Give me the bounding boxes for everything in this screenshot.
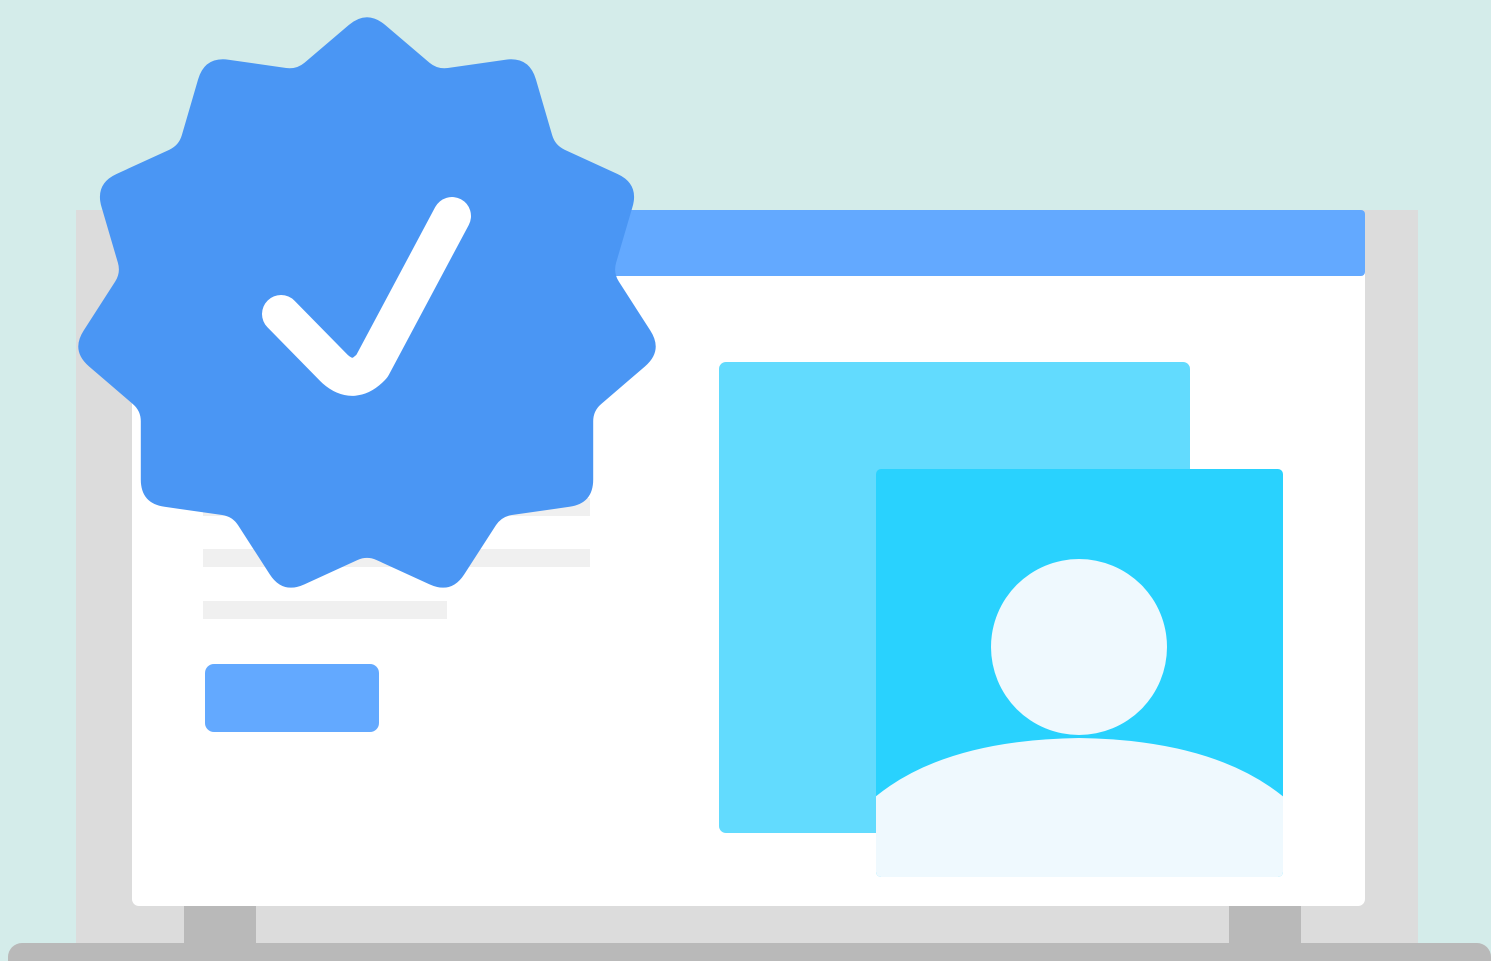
profile-photo-card bbox=[876, 469, 1283, 877]
window-title-bar bbox=[560, 210, 1365, 276]
text-placeholder-line bbox=[203, 601, 447, 619]
laptop-base bbox=[8, 943, 1491, 961]
illustration bbox=[0, 0, 1491, 961]
action-button[interactable] bbox=[205, 664, 379, 732]
illustration-canvas bbox=[0, 0, 1491, 961]
